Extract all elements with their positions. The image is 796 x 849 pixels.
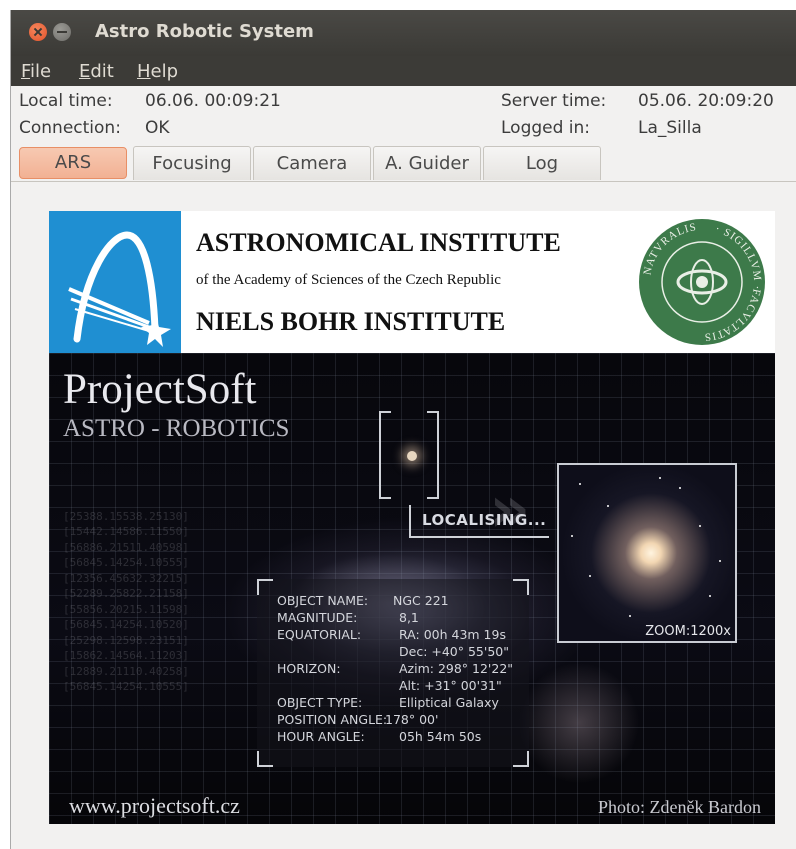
photo-credit: Photo: Zdeněk Bardon	[598, 797, 761, 817]
server-time-value: 05.06. 20:09:20	[638, 91, 774, 111]
dec-value: Dec: +40° 55'50"	[399, 644, 509, 659]
menu-file[interactable]: File	[21, 61, 51, 82]
tab-ars[interactable]: ARS	[19, 147, 127, 179]
corner-bracket	[513, 751, 529, 767]
close-window-button[interactable]	[29, 23, 47, 41]
institute-name-line3: NIELS BOHR INSTITUTE	[196, 307, 506, 336]
position-angle-row: POSITION ANGLE: 178° 00'	[277, 712, 438, 727]
equatorial-row: EQUATORIAL: RA: 00h 43m 19s	[277, 627, 506, 642]
object-name-label: OBJECT NAME:	[277, 593, 369, 608]
tab-bar: ARS Focusing Camera A. Guider Log	[11, 146, 796, 182]
star	[719, 560, 721, 562]
window-title: Astro Robotic System	[95, 21, 314, 42]
bracket-left	[379, 411, 391, 499]
star	[571, 535, 573, 537]
ra-value: RA: 00h 43m 19s	[399, 627, 506, 642]
institute-logo	[49, 211, 181, 353]
star	[579, 483, 581, 485]
galaxy-background: [25388.15538.25130] [15442.14586.11550] …	[49, 353, 775, 824]
corner-bracket	[257, 751, 273, 767]
ars-splash-image: ASTRONOMICAL INSTITUTE of the Academy of…	[49, 211, 775, 824]
menu-edit[interactable]: Edit	[79, 61, 114, 82]
local-time-label: Local time:	[19, 91, 113, 111]
connection-value: OK	[145, 118, 170, 138]
tab-a-guider[interactable]: A. Guider	[373, 146, 481, 180]
equatorial-label: EQUATORIAL:	[277, 627, 362, 642]
title-bar[interactable]: Astro Robotic System	[11, 10, 796, 56]
menu-bar: File Edit Help	[11, 56, 796, 86]
star	[607, 505, 609, 507]
server-time-label: Server time:	[501, 91, 607, 111]
magnitude-value: 8,1	[399, 610, 419, 625]
bracket-right	[427, 411, 439, 499]
institute-name-line1: ASTRONOMICAL INSTITUTE	[196, 228, 561, 257]
corner-bracket	[513, 579, 529, 595]
star	[589, 575, 591, 577]
menu-help-accel: H	[137, 61, 151, 82]
object-type-row: OBJECT TYPE: Elliptical Galaxy	[277, 695, 499, 710]
star	[679, 487, 681, 489]
minimize-window-button[interactable]	[53, 23, 71, 41]
localising-label: LOCALISING...	[422, 511, 547, 529]
menu-file-label: ile	[30, 61, 52, 82]
object-info-panel: OBJECT NAME: NGC 221 MAGNITUDE: 8,1 EQUA…	[257, 579, 529, 767]
object-name-value: NGC 221	[393, 593, 449, 608]
star	[709, 595, 711, 597]
menu-help-label: elp	[150, 61, 179, 82]
star	[629, 615, 631, 617]
magnitude-label: MAGNITUDE:	[277, 610, 358, 625]
menu-edit-label: dit	[90, 61, 114, 82]
zoom-preview: ZOOM:1200x	[557, 463, 737, 643]
position-angle-value: 178° 00'	[385, 712, 439, 727]
position-angle-label: POSITION ANGLE:	[277, 712, 388, 727]
institute-name-line2: of the Academy of Sciences of the Czech …	[196, 272, 501, 288]
menu-edit-accel: E	[79, 61, 91, 82]
projectsoft-url: www.projectsoft.cz	[69, 793, 240, 818]
astro-robotics-subtitle: ASTRO - ROBOTICS	[63, 415, 290, 442]
object-type-value: Elliptical Galaxy	[399, 695, 499, 710]
horizon-row: HORIZON: Azim: 298° 12'22"	[277, 661, 513, 676]
hour-angle-value: 05h 54m 50s	[399, 729, 482, 744]
alt-value: Alt: +31° 00'31"	[399, 678, 502, 693]
magnitude-row: MAGNITUDE: 8,1	[277, 610, 419, 625]
localising-line	[409, 536, 549, 538]
app-window: Astro Robotic System File Edit Help Loca…	[10, 10, 796, 849]
target-object	[407, 451, 417, 461]
local-time-value: 06.06. 00:09:21	[145, 91, 281, 111]
logged-in-label: Logged in:	[501, 118, 591, 138]
institute-header: ASTRONOMICAL INSTITUTE of the Academy of…	[49, 211, 775, 353]
comet-logo-icon	[68, 231, 171, 347]
menu-file-accel: F	[21, 61, 31, 82]
projectsoft-brand: ProjectSoft	[63, 366, 257, 413]
menu-help[interactable]: Help	[137, 61, 178, 82]
azim-value: Azim: 298° 12'22"	[399, 661, 514, 676]
tab-log[interactable]: Log	[483, 146, 601, 180]
corner-bracket	[257, 579, 273, 595]
tab-focusing[interactable]: Focusing	[133, 146, 251, 180]
localising-tick	[409, 505, 411, 538]
star	[699, 525, 701, 527]
hour-angle-label: HOUR ANGLE:	[277, 729, 365, 744]
object-name-row: OBJECT NAME: NGC 221	[277, 593, 449, 608]
hour-angle-row: HOUR ANGLE: 05h 54m 50s	[277, 729, 481, 744]
logged-in-value: La_Silla	[638, 118, 702, 138]
star	[659, 477, 661, 479]
object-type-label: OBJECT TYPE:	[277, 695, 363, 710]
tab-divider	[11, 181, 796, 182]
horizon-label: HORIZON:	[277, 661, 341, 676]
zoom-label: ZOOM:1200x	[645, 624, 731, 639]
connection-label: Connection:	[19, 118, 121, 138]
tab-camera[interactable]: Camera	[253, 146, 371, 180]
decorative-number-column: [25388.15538.25130] [15442.14586.11550] …	[63, 509, 189, 694]
faculty-seal-icon: NATVRALIS · SIGILLVM · FACVLTATIS	[639, 219, 765, 345]
